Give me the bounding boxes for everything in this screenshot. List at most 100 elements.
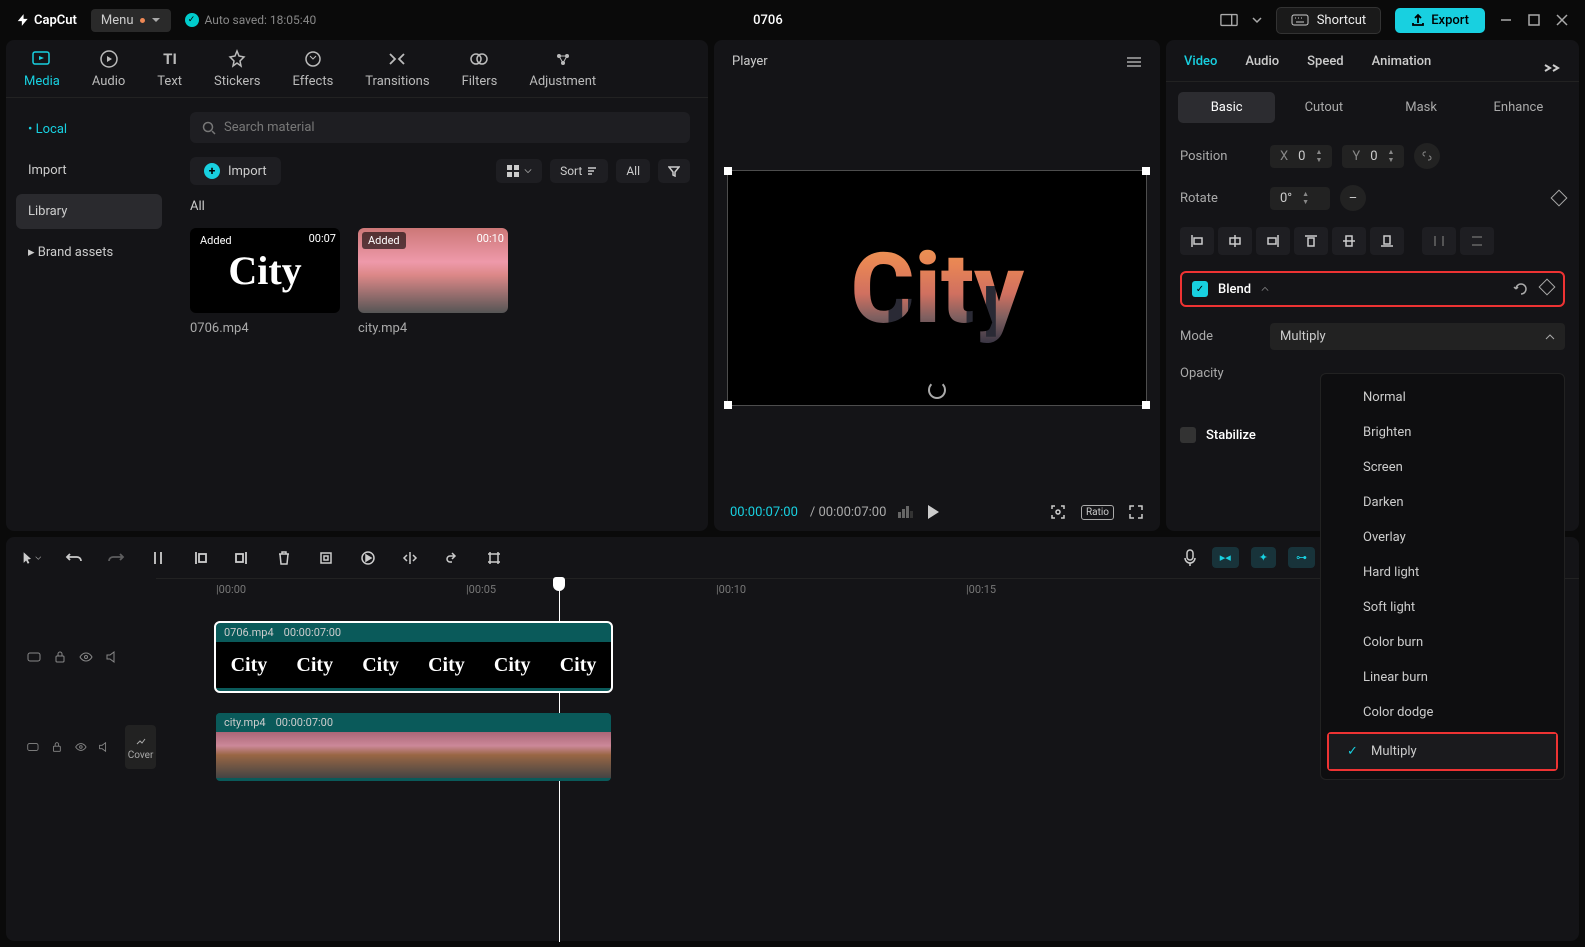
mic-icon[interactable] (1180, 548, 1200, 568)
frame-icon[interactable] (484, 548, 504, 568)
menu-button[interactable]: Menu (91, 9, 171, 32)
tab-transitions[interactable]: Transitions (365, 48, 429, 97)
lock-icon[interactable] (50, 739, 64, 755)
subtab-basic[interactable]: Basic (1178, 92, 1275, 123)
tab-adjustment[interactable]: Adjustment (529, 48, 596, 97)
split-icon[interactable] (148, 548, 168, 568)
eye-icon[interactable] (74, 739, 88, 755)
view-grid-button[interactable] (496, 159, 542, 183)
blend-option-color-burn[interactable]: Color burn (1321, 625, 1564, 660)
subtab-enhance[interactable]: Enhance (1470, 92, 1567, 123)
mirror-icon[interactable] (400, 548, 420, 568)
sidebar-item-import[interactable]: Import (16, 153, 162, 188)
dist-h-icon[interactable] (1422, 227, 1456, 255)
position-x-input[interactable]: X0▲▼ (1270, 145, 1332, 168)
collapse-icon[interactable] (1261, 285, 1269, 293)
align-vcenter-icon[interactable] (1332, 227, 1366, 255)
sort-button[interactable]: Sort (550, 159, 608, 183)
player-canvas[interactable]: City (727, 170, 1147, 406)
tab-media[interactable]: Media (24, 48, 60, 97)
tab-effects[interactable]: Effects (292, 48, 333, 97)
close-icon[interactable] (1555, 13, 1569, 27)
blend-option-soft-light[interactable]: Soft light (1321, 590, 1564, 625)
blend-option-color-dodge[interactable]: Color dodge (1321, 695, 1564, 730)
pointer-tool[interactable] (22, 548, 42, 568)
maximize-icon[interactable] (1527, 13, 1541, 27)
align-top-icon[interactable] (1294, 227, 1328, 255)
timeline-clip[interactable]: 0706.mp400:00:07:00CityCityCityCityCityC… (216, 623, 611, 691)
menu-lines-icon[interactable] (1126, 56, 1142, 68)
filter-button[interactable] (658, 159, 690, 183)
blend-option-overlay[interactable]: Overlay (1321, 520, 1564, 555)
rotate-icon[interactable] (442, 548, 462, 568)
track-toggle-icon[interactable] (26, 739, 40, 755)
ratio-button[interactable]: Ratio (1081, 505, 1114, 520)
sidebar-item-local[interactable]: • Local (16, 112, 162, 147)
blend-mode-select[interactable]: Multiply (1270, 323, 1565, 350)
play-button[interactable] (926, 504, 940, 520)
redo-icon[interactable] (106, 548, 126, 568)
chevron-down-icon[interactable] (1252, 15, 1262, 25)
blend-checkbox[interactable]: ✓ (1192, 281, 1208, 297)
timeline-clip[interactable]: city.mp400:00:07:00 (216, 713, 611, 781)
rotate-dial[interactable]: – (1340, 185, 1366, 211)
link-icon[interactable]: ⊶ (1288, 547, 1315, 568)
blend-option-brighten[interactable]: Brighten (1321, 415, 1564, 450)
align-hcenter-icon[interactable] (1218, 227, 1252, 255)
align-right-icon[interactable] (1256, 227, 1290, 255)
tab-audio[interactable]: Audio (92, 48, 125, 97)
aspect-icon[interactable] (1220, 11, 1238, 29)
trim-left-icon[interactable] (190, 548, 210, 568)
blend-option-linear-burn[interactable]: Linear burn (1321, 660, 1564, 695)
minimize-icon[interactable] (1499, 13, 1513, 27)
more-icon[interactable] (1543, 62, 1561, 74)
snap-icon[interactable]: ✦ (1251, 547, 1276, 568)
shortcut-button[interactable]: Shortcut (1276, 7, 1382, 34)
tab-text[interactable]: TIText (157, 48, 182, 97)
magnet-on-icon[interactable]: ▸◂ (1212, 547, 1239, 568)
subtab-cutout[interactable]: Cutout (1275, 92, 1372, 123)
focus-icon[interactable] (1049, 503, 1067, 521)
blend-option-multiply[interactable]: ✓Multiply (1329, 734, 1556, 769)
mute-icon[interactable] (97, 739, 111, 755)
quality-icon[interactable] (898, 506, 914, 518)
delete-icon[interactable] (274, 548, 294, 568)
media-clip[interactable]: Added00:10city.mp4 (358, 228, 508, 336)
lock-icon[interactable] (52, 649, 68, 665)
crop-icon[interactable] (316, 548, 336, 568)
speed-icon[interactable] (358, 548, 378, 568)
keyframe-icon[interactable] (1551, 190, 1568, 207)
keyframe-icon[interactable] (1539, 279, 1556, 296)
dist-v-icon[interactable] (1460, 227, 1494, 255)
blend-option-darken[interactable]: Darken (1321, 485, 1564, 520)
blend-option-normal[interactable]: Normal (1321, 380, 1564, 415)
trim-right-icon[interactable] (232, 548, 252, 568)
right-tab-speed[interactable]: Speed (1307, 54, 1343, 81)
track-toggle-icon[interactable] (26, 649, 42, 665)
cover-button[interactable]: Cover (125, 725, 156, 769)
import-button[interactable]: + Import (190, 157, 281, 185)
align-left-icon[interactable] (1180, 227, 1214, 255)
search-input[interactable]: Search material (190, 112, 690, 143)
right-tab-animation[interactable]: Animation (1372, 54, 1432, 81)
blend-option-hard-light[interactable]: Hard light (1321, 555, 1564, 590)
filter-all-button[interactable]: All (616, 159, 650, 183)
tab-stickers[interactable]: Stickers (214, 48, 260, 97)
right-tab-audio[interactable]: Audio (1245, 54, 1279, 81)
eye-icon[interactable] (78, 649, 94, 665)
media-clip[interactable]: Added00:07City0706.mp4 (190, 228, 340, 336)
align-bottom-icon[interactable] (1370, 227, 1404, 255)
sidebar-item-library[interactable]: Library (16, 194, 162, 229)
link-xy-icon[interactable] (1414, 143, 1440, 169)
blend-option-screen[interactable]: Screen (1321, 450, 1564, 485)
fullscreen-icon[interactable] (1128, 504, 1144, 520)
undo-icon[interactable] (64, 548, 84, 568)
tab-filters[interactable]: Filters (462, 48, 498, 97)
stabilize-checkbox[interactable]: ✓ (1180, 427, 1196, 443)
mute-icon[interactable] (104, 649, 120, 665)
sidebar-item-brand-assets[interactable]: ▸ Brand assets (16, 235, 162, 270)
reset-icon[interactable] (1513, 281, 1529, 297)
export-button[interactable]: Export (1395, 8, 1485, 33)
rotate-input[interactable]: 0°▲▼ (1270, 187, 1330, 210)
subtab-mask[interactable]: Mask (1373, 92, 1470, 123)
